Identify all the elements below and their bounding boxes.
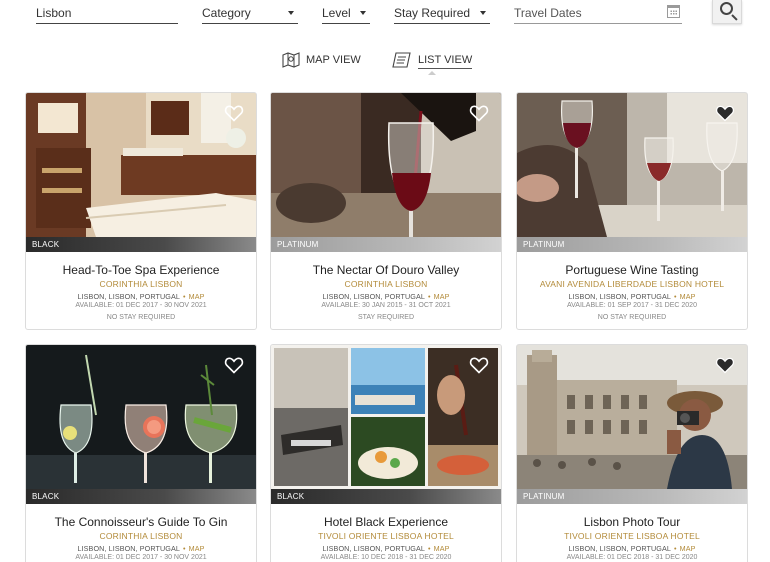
map-link[interactable]: MAP bbox=[189, 544, 205, 553]
travel-dates-placeholder: Travel Dates bbox=[514, 6, 582, 20]
card-title[interactable]: Portuguese Wine Tasting bbox=[517, 263, 747, 277]
tier-badge: PLATINUM bbox=[517, 237, 747, 252]
card-title[interactable]: Hotel Black Experience bbox=[271, 515, 501, 529]
availability-text: AVAILABLE: 01 DEC 2017 - 30 NOV 2021 bbox=[75, 302, 207, 309]
experience-card[interactable]: BLACK The Connoisseur's Guide To Gin COR… bbox=[25, 344, 257, 562]
tier-badge: BLACK bbox=[271, 489, 501, 504]
search-icon bbox=[720, 2, 733, 15]
search-icon-handle bbox=[731, 14, 738, 21]
stay-requirement: NO STAY REQUIRED bbox=[597, 314, 667, 321]
list-icon bbox=[392, 52, 411, 68]
tier-badge: BLACK bbox=[26, 489, 256, 504]
experience-card[interactable]: PLATINUM Lisbon Photo Tour TIVOLI ORIENT… bbox=[516, 344, 748, 562]
level-dropdown[interactable]: Level bbox=[322, 0, 370, 24]
travel-dates-field[interactable]: Travel Dates bbox=[514, 0, 682, 24]
map-icon bbox=[282, 52, 300, 68]
availability-text: AVAILABLE: 01 SEP 2017 - 31 DEC 2020 bbox=[567, 302, 697, 309]
heart-icon[interactable] bbox=[715, 103, 735, 123]
card-title[interactable]: The Nectar Of Douro Valley bbox=[271, 263, 501, 277]
wine-pour-image bbox=[271, 93, 501, 237]
location-text: LISBON, LISBON, PORTUGAL bbox=[77, 544, 180, 553]
availability-text: AVAILABLE: 10 DEC 2018 - 31 DEC 2020 bbox=[320, 554, 452, 561]
experience-card[interactable]: PLATINUM Portuguese Wine Tasting AVANI A… bbox=[516, 92, 748, 330]
separator-dot: • bbox=[428, 292, 431, 301]
heart-icon[interactable] bbox=[469, 103, 489, 123]
separator-dot: • bbox=[183, 292, 186, 301]
separator-dot: • bbox=[183, 544, 186, 553]
calendar-icon[interactable] bbox=[667, 5, 680, 18]
filter-bar: Lisbon Category Level Stay Required Trav… bbox=[0, 0, 770, 44]
map-view-button[interactable]: MAP VIEW bbox=[282, 48, 361, 72]
stay-requirement: STAY REQUIRED bbox=[357, 314, 414, 321]
location-text: LISBON, LISBON, PORTUGAL bbox=[568, 544, 671, 553]
chevron-down-icon bbox=[288, 11, 294, 15]
separator-dot: • bbox=[674, 292, 677, 301]
map-link[interactable]: MAP bbox=[189, 292, 205, 301]
hotel-name[interactable]: CORINTHIA LISBON bbox=[26, 531, 256, 541]
tier-badge: BLACK bbox=[26, 237, 256, 252]
location-text: LISBON, LISBON, PORTUGAL bbox=[77, 292, 180, 301]
experience-card[interactable]: BLACK Hotel Black Experience TIVOLI ORIE… bbox=[270, 344, 502, 562]
list-view-label: LIST VIEW bbox=[418, 54, 473, 69]
location-field[interactable]: Lisbon bbox=[36, 0, 178, 24]
location-text: LISBON, LISBON, PORTUGAL bbox=[568, 292, 671, 301]
active-indicator bbox=[428, 71, 436, 75]
location-line: LISBON, LISBON, PORTUGAL • MAP bbox=[517, 544, 747, 553]
view-toggle: MAP VIEW LIST VIEW bbox=[0, 44, 770, 75]
experience-card[interactable]: BLACK Head-To-Toe Spa Experience CORINTH… bbox=[25, 92, 257, 330]
map-link[interactable]: MAP bbox=[434, 292, 450, 301]
card-title[interactable]: The Connoisseur's Guide To Gin bbox=[26, 515, 256, 529]
location-text: LISBON, LISBON, PORTUGAL bbox=[322, 292, 425, 301]
gin-glasses-image bbox=[26, 345, 256, 489]
map-view-label: MAP VIEW bbox=[306, 54, 361, 66]
location-value: Lisbon bbox=[36, 6, 72, 20]
separator-dot: • bbox=[674, 544, 677, 553]
chevron-down-icon bbox=[360, 11, 366, 15]
chevron-down-icon bbox=[480, 11, 486, 15]
list-view-button[interactable]: LIST VIEW bbox=[392, 48, 473, 75]
hotel-name[interactable]: CORINTHIA LISBON bbox=[26, 279, 256, 289]
tier-badge: PLATINUM bbox=[517, 489, 747, 504]
hotel-name[interactable]: TIVOLI ORIENTE LISBOA HOTEL bbox=[517, 531, 747, 541]
level-label: Level bbox=[322, 6, 351, 20]
heart-icon[interactable] bbox=[224, 103, 244, 123]
card-title[interactable]: Head-To-Toe Spa Experience bbox=[26, 263, 256, 277]
photo-tour-image bbox=[517, 345, 747, 489]
stay-required-dropdown[interactable]: Stay Required bbox=[394, 0, 490, 24]
separator-dot: • bbox=[428, 544, 431, 553]
location-line: LISBON, LISBON, PORTUGAL • MAP bbox=[26, 544, 256, 553]
location-line: LISBON, LISBON, PORTUGAL • MAP bbox=[271, 292, 501, 301]
hotel-collage-image bbox=[271, 345, 501, 489]
heart-icon[interactable] bbox=[715, 355, 735, 375]
hotel-name[interactable]: CORINTHIA LISBON bbox=[271, 279, 501, 289]
heart-icon[interactable] bbox=[224, 355, 244, 375]
hotel-name[interactable]: TIVOLI ORIENTE LISBOA HOTEL bbox=[271, 531, 501, 541]
location-text: LISBON, LISBON, PORTUGAL bbox=[322, 544, 425, 553]
tier-badge: PLATINUM bbox=[271, 237, 501, 252]
location-line: LISBON, LISBON, PORTUGAL • MAP bbox=[517, 292, 747, 301]
category-dropdown[interactable]: Category bbox=[202, 0, 298, 24]
category-label: Category bbox=[202, 6, 251, 20]
location-line: LISBON, LISBON, PORTUGAL • MAP bbox=[271, 544, 501, 553]
map-link[interactable]: MAP bbox=[680, 292, 696, 301]
stay-requirement: NO STAY REQUIRED bbox=[106, 314, 176, 321]
card-title[interactable]: Lisbon Photo Tour bbox=[517, 515, 747, 529]
heart-icon[interactable] bbox=[469, 355, 489, 375]
stay-required-label: Stay Required bbox=[394, 6, 471, 20]
map-link[interactable]: MAP bbox=[434, 544, 450, 553]
availability-text: AVAILABLE: 01 DEC 2018 - 31 DEC 2020 bbox=[566, 554, 698, 561]
wine-tasting-image bbox=[517, 93, 747, 237]
search-button[interactable] bbox=[712, 0, 742, 24]
experience-card[interactable]: PLATINUM The Nectar Of Douro Valley CORI… bbox=[270, 92, 502, 330]
location-line: LISBON, LISBON, PORTUGAL • MAP bbox=[26, 292, 256, 301]
availability-text: AVAILABLE: 01 DEC 2017 - 30 NOV 2021 bbox=[75, 554, 207, 561]
map-link[interactable]: MAP bbox=[680, 544, 696, 553]
availability-text: AVAILABLE: 30 JAN 2015 - 31 OCT 2021 bbox=[321, 302, 451, 309]
spa-room-image bbox=[26, 93, 256, 237]
hotel-name[interactable]: AVANI AVENIDA LIBERDADE LISBON HOTEL bbox=[517, 279, 747, 289]
